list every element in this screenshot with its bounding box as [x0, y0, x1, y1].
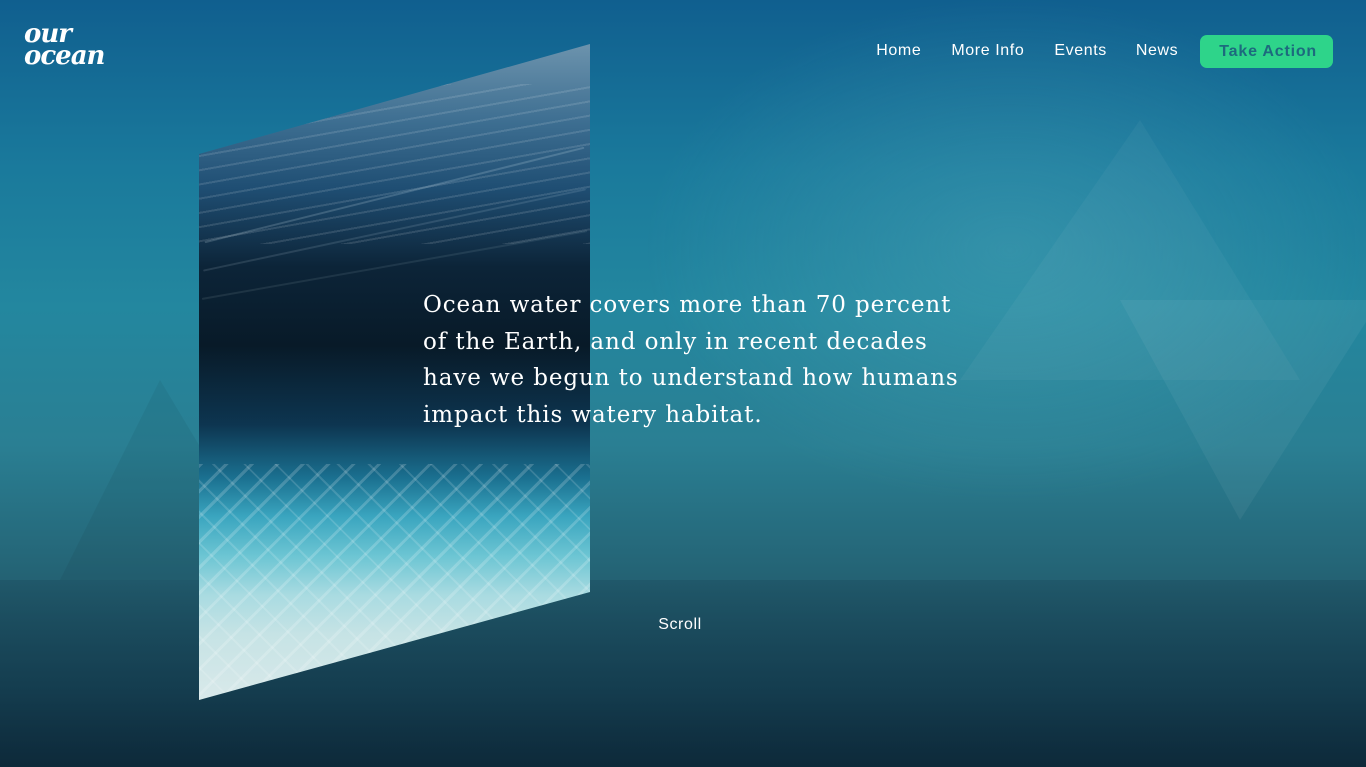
scroll-indicator[interactable]: Scroll [640, 616, 720, 634]
take-action-button[interactable]: Take Action [1200, 34, 1333, 68]
nav-more-info-link[interactable]: More Info [951, 34, 1024, 68]
hero-headline: Ocean water covers more than 70 percent … [423, 292, 959, 428]
nav-news-link[interactable]: News [1136, 34, 1178, 68]
logo-line-2: ocean [24, 41, 105, 71]
site-logo[interactable]: our ocean [24, 21, 108, 76]
nav-events-link[interactable]: Events [1054, 34, 1107, 68]
main-navigation: Home More Info Events News Take Action [876, 34, 1333, 68]
caustic-light-pattern [199, 464, 590, 700]
surface-waves [199, 84, 590, 244]
nav-home-link[interactable]: Home [876, 34, 921, 68]
